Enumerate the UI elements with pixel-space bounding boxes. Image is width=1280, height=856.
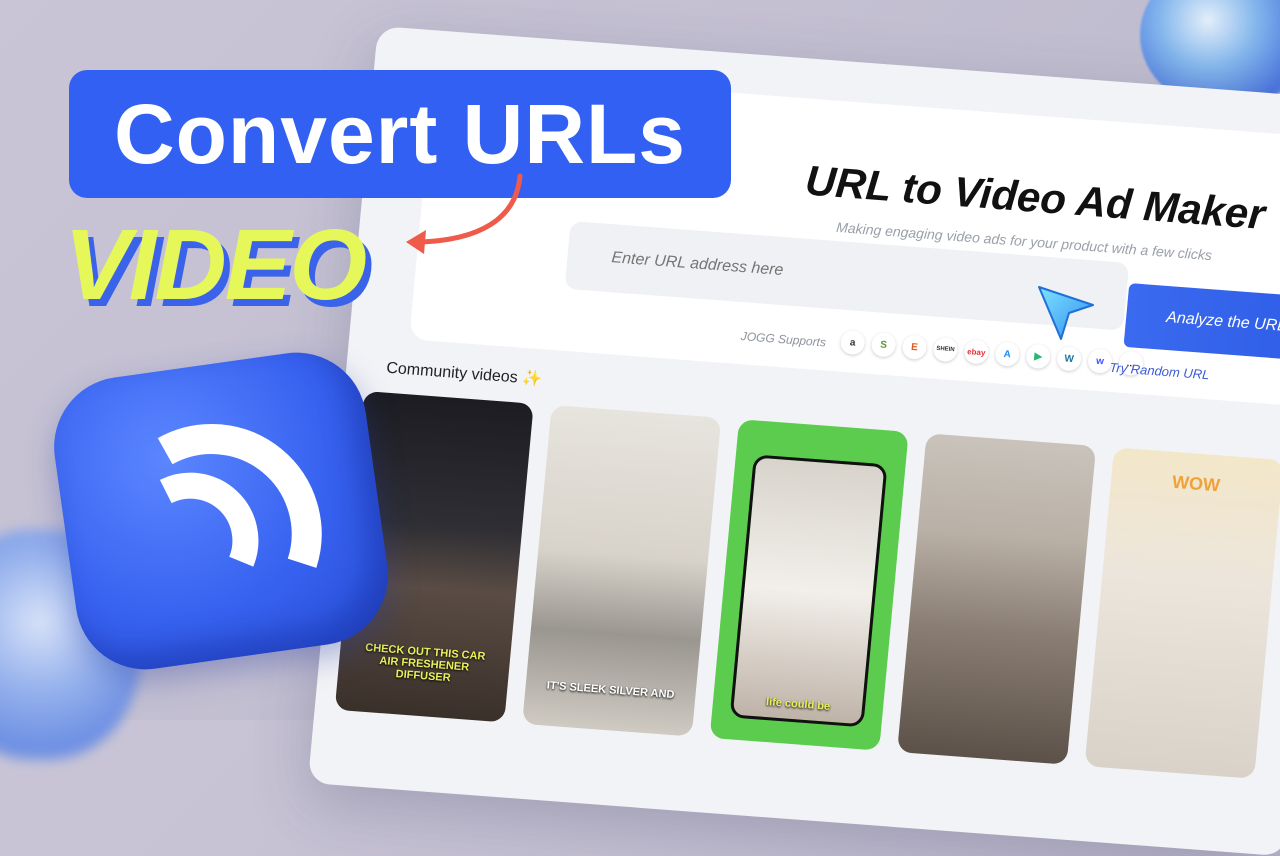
amazon-icon[interactable]: a <box>839 329 866 356</box>
try-random-url-link[interactable]: Try Random URL <box>1109 360 1210 382</box>
headline-text: Convert URLs <box>113 86 687 181</box>
analyze-url-button[interactable]: Analyze the URL <box>1123 283 1280 362</box>
video-card[interactable]: WOW <box>1084 447 1280 779</box>
supported-brands: a S E SHEIN ebay A ▶ W w ... <box>839 329 1145 377</box>
ebay-icon[interactable]: ebay <box>963 338 990 365</box>
community-videos-heading: Community videos ✨ <box>385 359 543 389</box>
video-caption: WOW <box>1171 471 1221 496</box>
community-video-list: CHECK OUT THIS CAR AIR FRESHENER DIFFUSE… <box>334 390 1280 779</box>
video-caption: CHECK OUT THIS CAR AIR FRESHENER DIFFUSE… <box>364 641 486 685</box>
video-word: VIDEO <box>64 209 367 321</box>
supports-label: JOGG Supports <box>740 329 827 350</box>
video-card[interactable]: life could be <box>709 419 909 751</box>
google-play-icon[interactable]: ▶ <box>1025 343 1052 370</box>
shein-icon[interactable]: SHEIN <box>932 336 959 363</box>
wordpress-icon[interactable]: W <box>1056 345 1083 372</box>
curved-arrow-icon <box>406 173 523 254</box>
app-store-icon[interactable]: A <box>994 341 1021 367</box>
logo-glyph <box>157 424 322 568</box>
shopify-icon[interactable]: S <box>870 331 897 358</box>
cursor-pointer-icon <box>1038 286 1094 340</box>
video-caption <box>920 720 1050 730</box>
video-frame <box>729 454 888 728</box>
etsy-icon[interactable]: E <box>901 334 928 360</box>
jogg-logo-icon <box>45 343 397 679</box>
video-caption: IT'S SLEEK SILVER AND <box>546 679 675 702</box>
video-card[interactable] <box>897 433 1097 765</box>
video-card[interactable]: IT'S SLEEK SILVER AND <box>522 405 722 737</box>
